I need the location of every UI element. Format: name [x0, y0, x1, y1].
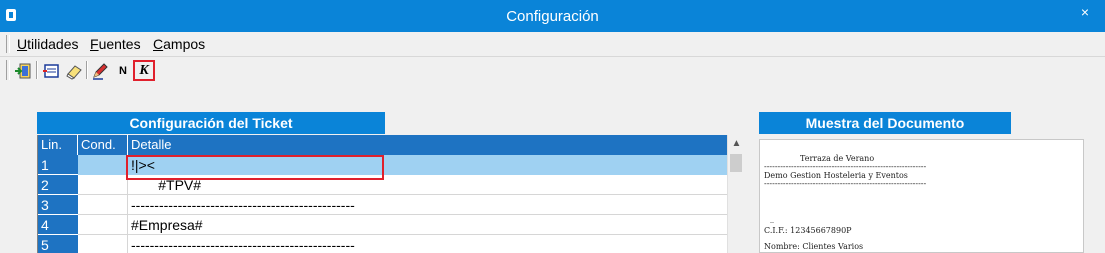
- grid-header: Lin. Cond. Detalle: [38, 135, 727, 155]
- row-number[interactable]: 3: [38, 195, 78, 215]
- preview-line: Nombre: Clientes Varios: [764, 242, 864, 251]
- preview-line: C.I.F.: 12345667890P: [764, 226, 852, 235]
- row-detail[interactable]: !|><: [128, 155, 727, 175]
- row-number[interactable]: 4: [38, 215, 78, 235]
- toolbar: N K: [0, 56, 1105, 83]
- ticket-grid: Lin. Cond. Detalle 1 !|>< 2 #TPV# 3 ----…: [37, 135, 743, 253]
- vertical-scrollbar[interactable]: ▲: [727, 135, 743, 253]
- toolbar-separator: [36, 61, 38, 79]
- table-row[interactable]: 1 !|><: [38, 155, 727, 175]
- preview-line: ----------------------------------------…: [764, 179, 927, 188]
- insert-field-icon[interactable]: [40, 60, 62, 81]
- row-condition[interactable]: [78, 155, 128, 175]
- table-row[interactable]: 4 #Empresa#: [38, 215, 727, 235]
- toolbar-grip[interactable]: [6, 60, 10, 80]
- document-preview-header: Muestra del Documento: [759, 112, 1011, 134]
- row-number[interactable]: 2: [38, 175, 78, 195]
- table-row[interactable]: 2 #TPV#: [38, 175, 727, 195]
- menu-grip[interactable]: [6, 35, 10, 53]
- table-row[interactable]: 5 --------------------------------------…: [38, 235, 727, 253]
- row-detail[interactable]: #TPV#: [128, 175, 727, 195]
- col-cond-header[interactable]: Cond.: [78, 135, 128, 155]
- document-preview: Terraza de Verano ----------------------…: [759, 139, 1084, 253]
- scroll-thumb[interactable]: [730, 154, 742, 172]
- preview-line: ----------------------------------------…: [764, 162, 927, 171]
- close-icon[interactable]: ×: [1081, 4, 1089, 20]
- eraser-icon[interactable]: [63, 60, 85, 81]
- row-condition[interactable]: [78, 175, 128, 195]
- row-detail[interactable]: #Empresa#: [128, 215, 727, 235]
- bold-icon[interactable]: N: [112, 60, 134, 81]
- row-condition[interactable]: [78, 215, 128, 235]
- toolbar-separator: [86, 61, 88, 79]
- preview-line: _: [770, 214, 774, 223]
- menu-utilidades[interactable]: Utilidades: [17, 36, 79, 52]
- row-number[interactable]: 1: [38, 155, 78, 175]
- row-detail[interactable]: ----------------------------------------…: [128, 195, 727, 215]
- row-detail[interactable]: ----------------------------------------…: [128, 235, 727, 253]
- menu-bar: Utilidades Fuentes Campos: [0, 32, 1105, 56]
- col-lin-header[interactable]: Lin.: [38, 135, 78, 155]
- row-number[interactable]: 5: [38, 235, 78, 253]
- table-row[interactable]: 3 --------------------------------------…: [38, 195, 727, 215]
- menu-fuentes[interactable]: Fuentes: [90, 36, 141, 52]
- exit-icon[interactable]: [12, 60, 34, 81]
- col-detalle-header[interactable]: Detalle: [128, 135, 727, 155]
- scroll-up-icon[interactable]: ▲: [728, 135, 743, 152]
- pencil-icon[interactable]: [89, 60, 111, 81]
- window-title: Configuración: [506, 8, 599, 25]
- title-bar: Configuración ×: [0, 0, 1105, 32]
- italic-icon[interactable]: K: [133, 60, 155, 81]
- menu-campos[interactable]: Campos: [153, 36, 205, 52]
- row-condition[interactable]: [78, 235, 128, 253]
- row-condition[interactable]: [78, 195, 128, 215]
- ticket-config-header: Configuración del Ticket: [37, 112, 385, 134]
